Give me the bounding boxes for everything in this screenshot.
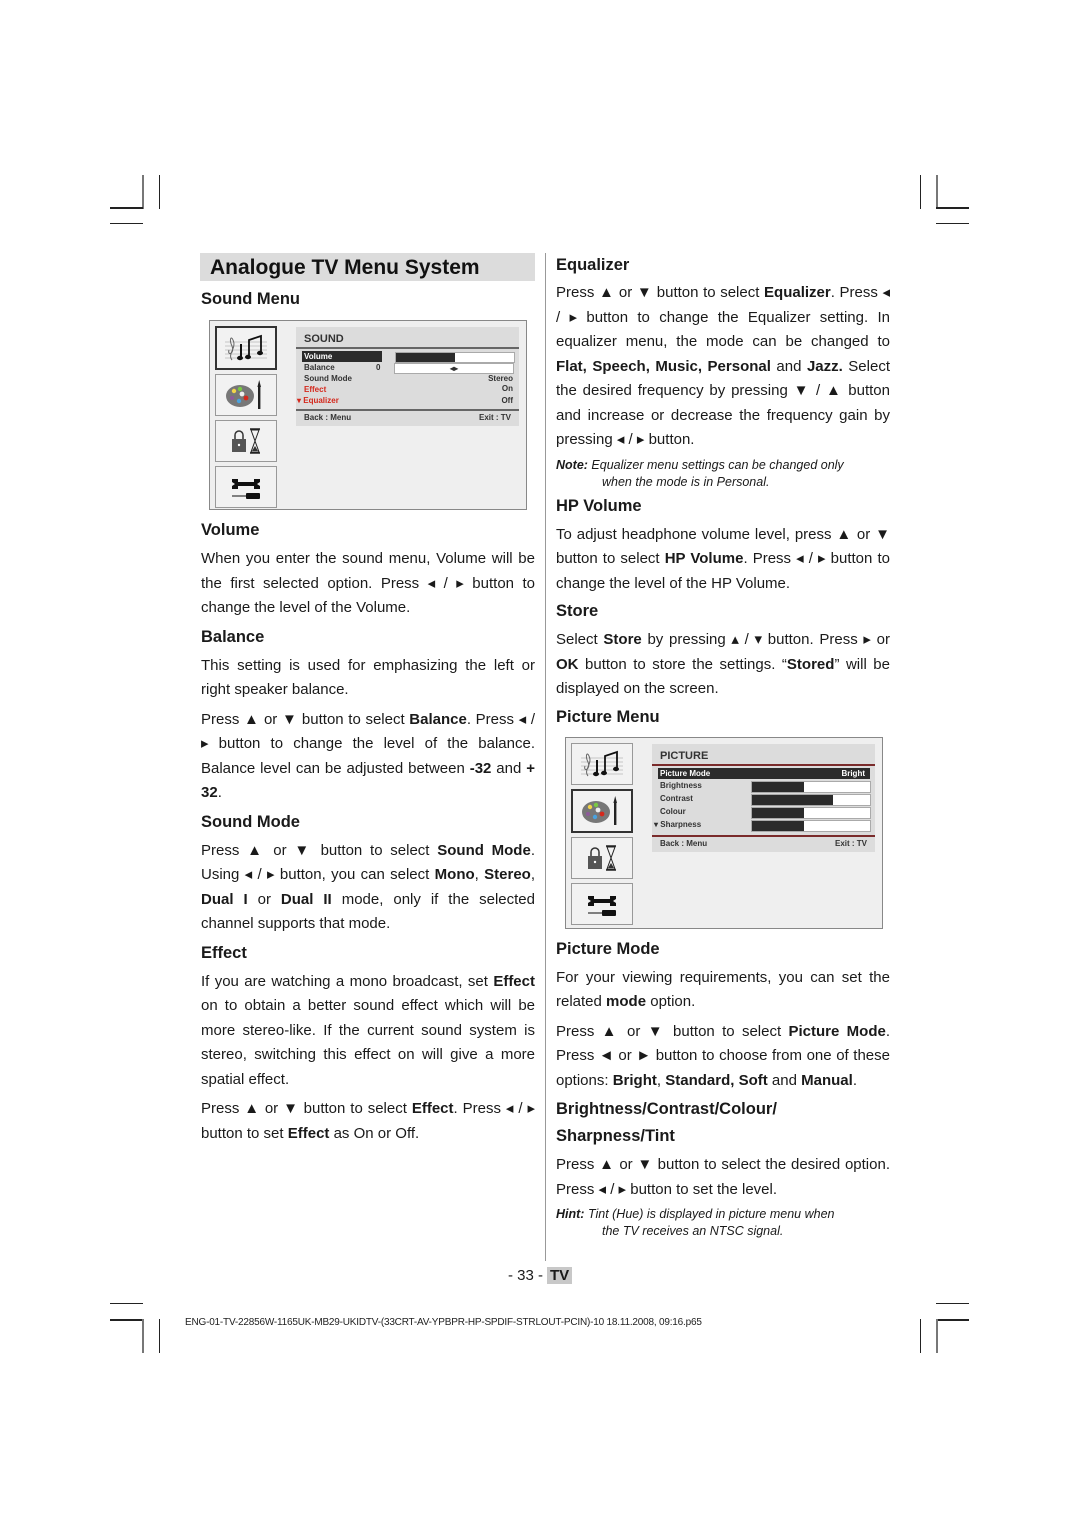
volume-bar-fill xyxy=(396,353,455,362)
sound-mode-heading: Sound Mode xyxy=(201,812,300,831)
colour-bar[interactable] xyxy=(751,806,871,819)
lock-hourglass-icon xyxy=(215,420,277,462)
effect-text-1: If you are watching a mono broadcast, se… xyxy=(201,972,535,1088)
right-column: Equalizer Press ▲ or ▼ button to select … xyxy=(556,253,890,1240)
volume-heading: Volume xyxy=(201,521,260,539)
music-notes-icon xyxy=(215,326,277,370)
balance-text-2: Press ▲ or ▼ button to select Balance. P… xyxy=(201,710,535,802)
back-menu-hint: Back : Menu xyxy=(304,413,352,422)
picture-mode-value: Bright xyxy=(841,768,865,778)
sharpness-label: ▾ Sharpness xyxy=(654,819,702,829)
osd-row-sharpness[interactable]: ▾ Sharpness xyxy=(654,819,873,832)
osd-icon-column xyxy=(571,742,633,929)
volume-label: Volume xyxy=(302,351,382,362)
osd-row-balance[interactable]: Balance 0 ◂▸ xyxy=(304,362,517,374)
osd-row-picture-mode[interactable]: Picture Mode Bright xyxy=(658,767,873,780)
sound-mode-label: Sound Mode xyxy=(304,374,352,383)
osd-row-contrast[interactable]: Contrast xyxy=(660,793,873,806)
palette-icon xyxy=(215,374,277,416)
back-menu-hint: Back : Menu xyxy=(660,838,708,848)
osd-row-colour[interactable]: Colour xyxy=(660,806,873,819)
sharpness-bar[interactable] xyxy=(751,819,871,832)
osd-icon-column xyxy=(215,326,277,512)
store-heading: Store xyxy=(556,602,599,620)
bcst-heading: Brightness/Contrast/Colour/Sharpness/Tin… xyxy=(556,1100,777,1145)
exit-tv-hint: Exit : TV xyxy=(478,413,511,422)
file-footer: ENG-01-TV-22856W-1165UK-MB29-UKIDTV-(33C… xyxy=(185,1317,702,1328)
left-column: Analogue TV Menu System Sound Menu SOUND… xyxy=(200,253,535,1146)
hp-volume-heading: HP Volume xyxy=(556,496,642,515)
tint-hint: Hint: Tint (Hue) is displayed in picture… xyxy=(556,1207,835,1238)
equalizer-label: ▾ Equalizer xyxy=(297,396,339,405)
brightness-bar[interactable] xyxy=(751,780,871,793)
sound-osd-screen: SOUND Volume Balance 0 ◂▸ Sound Mode Ste… xyxy=(209,320,527,510)
balance-value: 0 xyxy=(376,363,381,372)
picture-panel-title: PICTURE xyxy=(652,744,875,766)
picture-mode-heading: Picture Mode xyxy=(556,939,660,958)
wrench-screwdriver-icon xyxy=(571,882,633,925)
effect-value: On xyxy=(501,384,513,393)
sound-settings-panel: SOUND Volume Balance 0 ◂▸ Sound Mode Ste… xyxy=(296,327,519,426)
page-number-text: - 33 - xyxy=(508,1267,544,1284)
effect-text-2: Press ▲ or ▼ button to select Effect. Pr… xyxy=(201,1100,535,1142)
sound-menu-heading: Sound Menu xyxy=(201,290,300,308)
sound-panel-title: SOUND xyxy=(296,327,519,349)
balance-heading: Balance xyxy=(201,627,265,646)
osd-row-equalizer[interactable]: ▾ Equalizer Off xyxy=(297,395,517,406)
osd-row-volume[interactable]: Volume xyxy=(302,351,517,363)
page-number: - 33 - TV xyxy=(508,1267,573,1284)
balance-text-1: This setting is used for emphasizing the… xyxy=(201,656,535,699)
contrast-label: Contrast xyxy=(660,793,693,803)
volume-text: When you enter the sound menu, Volume wi… xyxy=(201,550,535,616)
wrench-screwdriver-icon xyxy=(215,466,277,508)
colour-bar-fill xyxy=(752,807,804,818)
sharpness-bar-fill xyxy=(752,820,804,831)
balance-label: Balance xyxy=(304,363,335,372)
brightness-bar-fill xyxy=(752,781,804,792)
contrast-bar[interactable] xyxy=(751,793,871,806)
picture-settings-panel: PICTURE Picture Mode Bright Brightness C… xyxy=(652,743,875,852)
equalizer-value: Off xyxy=(501,396,513,405)
hp-volume-text: To adjust headphone volume level, press … xyxy=(556,525,890,592)
osd-row-brightness[interactable]: Brightness xyxy=(660,780,873,793)
lock-hourglass-icon xyxy=(571,836,633,879)
exit-tv-hint: Exit : TV xyxy=(834,838,867,848)
contrast-bar-fill xyxy=(752,794,834,805)
effect-heading: Effect xyxy=(201,943,247,962)
brightness-label: Brightness xyxy=(660,780,702,790)
colour-label: Colour xyxy=(660,806,686,816)
effect-label: Effect xyxy=(304,385,327,394)
picture-osd-screen: PICTURE Picture Mode Bright Brightness C… xyxy=(565,736,883,929)
store-text: Select Store by pressing ▴ / ▾ button. P… xyxy=(556,631,890,697)
picture-panel-footer: Back : Menu Exit : TV xyxy=(652,834,875,852)
equalizer-note: Note: Equalizer menu settings can be cha… xyxy=(556,457,844,489)
picture-mode-text-2: Press ▲ or ▼ button to select Picture Mo… xyxy=(556,1022,890,1089)
palette-icon xyxy=(571,788,633,833)
page-title: Analogue TV Menu System xyxy=(200,253,535,281)
sound-panel-footer: Back : Menu Exit : TV xyxy=(296,409,519,426)
equalizer-text: Press ▲ or ▼ button to select Equalizer.… xyxy=(556,284,890,448)
picture-mode-text-1: For your viewing requirements, you can s… xyxy=(556,968,890,1011)
bcst-text: Press ▲ or ▼ button to select the desire… xyxy=(556,1156,890,1198)
sound-mode-text: Press ▲ or ▼ button to select Sound Mode… xyxy=(201,841,535,933)
picture-mode-label: Picture Mode xyxy=(658,767,870,779)
column-divider xyxy=(545,253,546,1261)
picture-menu-heading: Picture Menu xyxy=(556,707,660,726)
osd-row-effect[interactable]: Effect On xyxy=(304,384,517,395)
music-notes-icon xyxy=(571,742,633,785)
section-badge: TV xyxy=(547,1267,573,1284)
equalizer-heading: Equalizer xyxy=(556,256,630,274)
osd-row-sound-mode[interactable]: Sound Mode Stereo xyxy=(304,373,517,384)
